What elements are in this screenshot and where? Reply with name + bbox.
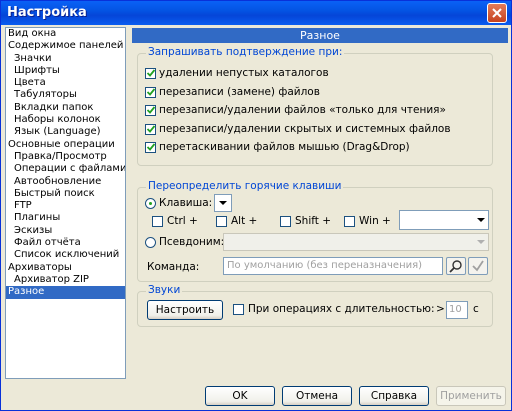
command-label: Команда:	[147, 261, 200, 273]
confirm-legend: Запрашивать подтверждение при:	[146, 46, 345, 58]
panel-title: Разное	[132, 28, 508, 43]
alias-radio[interactable]	[145, 237, 156, 248]
checkmark-icon	[472, 260, 484, 272]
sidebar-item[interactable]: Вкладки папок	[6, 102, 125, 114]
window-title: Настройка	[7, 5, 87, 20]
key-label: Клавиша:	[159, 197, 213, 209]
confirm-option-label: удалении непустых каталогов	[159, 67, 329, 79]
search-icon	[449, 260, 462, 273]
checkmark-icon	[146, 143, 156, 151]
settings-window: Настройка Вид окна Содержимое панелей Знач…	[0, 0, 512, 411]
hotkeys-legend: Переопределить горячие клавиши	[146, 180, 344, 192]
ctrl-label: Ctrl +	[167, 215, 198, 227]
win-label: Win +	[359, 215, 391, 227]
sidebar-item[interactable]: Наборы колонок	[6, 114, 125, 126]
alt-label: Alt +	[231, 215, 258, 227]
chevron-down-icon	[219, 201, 227, 205]
sidebar-item[interactable]: Правка/Просмотр	[6, 151, 125, 163]
confirm-checkbox[interactable]	[145, 142, 156, 153]
apply-command-button[interactable]	[468, 257, 488, 275]
title-bar[interactable]: Настройка	[1, 1, 511, 25]
key-radio[interactable]	[145, 198, 156, 209]
sidebar-item[interactable]: Содержимое панелей	[6, 40, 125, 52]
confirm-checkbox[interactable]	[145, 86, 156, 98]
confirm-option-label: перетаскивании файлов мышью (Drag&Drop)	[159, 141, 410, 153]
confirm-option-label: перезаписи/удалении скрытых и системных …	[159, 122, 451, 135]
sidebar-item[interactable]: Основные операции	[6, 139, 125, 151]
sidebar-item[interactable]: Значки	[6, 53, 125, 65]
checkmark-icon	[146, 87, 156, 96]
chevron-down-icon	[477, 240, 485, 244]
confirm-checkbox[interactable]	[145, 105, 156, 116]
sidebar-item[interactable]: Быстрый поиск	[6, 188, 125, 200]
chevron-down-icon	[477, 218, 485, 222]
win-checkbox[interactable]	[344, 216, 355, 227]
settings-tree[interactable]: Вид окна Содержимое панелей Значки Шрифты Цв…	[5, 27, 126, 379]
key-dropdown[interactable]	[214, 194, 232, 212]
greater-than-label: >	[436, 303, 445, 315]
shift-checkbox[interactable]	[280, 216, 291, 227]
checkmark-icon	[146, 69, 156, 77]
sidebar-item[interactable]: Файл отчёта	[6, 237, 125, 249]
checkmark-icon	[146, 124, 156, 133]
alias-select[interactable]	[223, 233, 489, 251]
checkmark-icon	[146, 106, 156, 114]
browse-button[interactable]	[446, 257, 466, 275]
close-button[interactable]	[487, 3, 507, 23]
configure-sounds-button[interactable]: Настроить	[147, 300, 223, 320]
ok-button[interactable]: OK	[205, 386, 275, 406]
sidebar-item[interactable]: Архиватор ZIP	[6, 274, 125, 286]
close-icon	[492, 8, 502, 18]
sidebar-item[interactable]: Автообновление	[6, 176, 125, 188]
sidebar-item[interactable]: Цвета	[6, 77, 125, 89]
key-select[interactable]	[399, 210, 489, 230]
long-ops-checkbox[interactable]	[233, 304, 244, 315]
sidebar-item[interactable]: Вид окна	[6, 28, 125, 40]
sidebar-item[interactable]: Операции с файлами	[6, 163, 125, 175]
sidebar-item[interactable]: Шрифты	[6, 65, 125, 77]
sidebar-item[interactable]: FTP	[6, 200, 125, 212]
sidebar-item[interactable]: Плагины	[6, 212, 125, 224]
command-input[interactable]: По умолчанию (без переназначения)	[223, 257, 443, 275]
confirm-checkbox[interactable]	[145, 68, 156, 79]
alias-label: Псевдоним:	[159, 236, 225, 248]
sounds-legend: Звуки	[146, 284, 183, 296]
sidebar-item[interactable]: Разное	[6, 286, 125, 299]
sidebar-item[interactable]: Список исключений	[6, 249, 125, 261]
ctrl-checkbox[interactable]	[152, 216, 163, 227]
duration-input[interactable]: 10	[446, 301, 468, 319]
sidebar-item[interactable]: Эскизы	[6, 225, 125, 237]
long-ops-label: При операциях с длительностью:	[248, 303, 435, 315]
shift-label: Shift +	[295, 215, 332, 227]
help-button[interactable]: Справка	[359, 386, 429, 406]
confirm-option-label: перезаписи (замене) файлов	[159, 85, 320, 98]
sidebar-item[interactable]: Табуляторы	[6, 89, 125, 101]
seconds-unit-label: с	[473, 303, 479, 315]
confirm-checkbox[interactable]	[145, 123, 156, 135]
confirm-option-label: перезаписи/удалении файлов «только для ч…	[159, 104, 446, 116]
sidebar-item[interactable]: Язык (Language)	[6, 126, 125, 138]
sidebar-item[interactable]: Архиваторы	[6, 262, 125, 274]
apply-button[interactable]: Применить	[436, 386, 506, 406]
cancel-button[interactable]: Отмена	[282, 386, 352, 406]
alt-checkbox[interactable]	[216, 216, 227, 227]
